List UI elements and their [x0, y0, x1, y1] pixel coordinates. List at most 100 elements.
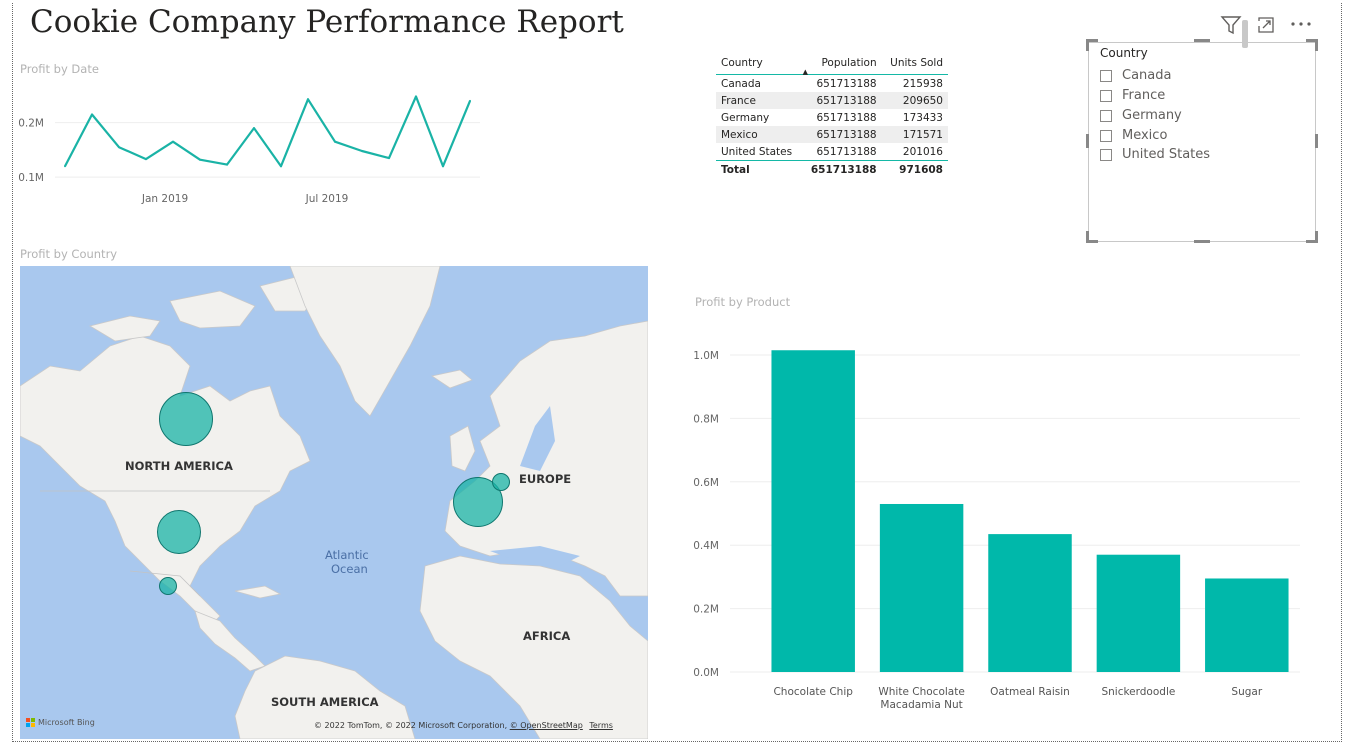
table-cell: 971608 [899, 163, 943, 176]
table-row: Canada 651713188 215938 [716, 75, 948, 93]
map-logo: Microsoft Bing [26, 718, 95, 727]
map-label-ocean: Ocean [331, 562, 368, 576]
x-category-label: Macadamia Nut [880, 699, 962, 711]
map-attribution: © 2022 TomTom, © 2022 Microsoft Corporat… [314, 721, 613, 730]
profit-by-date-chart[interactable]: 0.1M 0.2M Jan 2019 Jul 2019 [10, 80, 490, 230]
slicer-item-germany[interactable]: Germany [1100, 108, 1182, 123]
map-bubble-germany[interactable] [492, 473, 510, 491]
table-row: France 651713188 209650 [716, 92, 948, 109]
table-cell: United States [716, 143, 802, 161]
microsoft-logo-icon [26, 718, 35, 727]
line-point [145, 158, 147, 161]
table-cell: Germany [721, 111, 770, 124]
profit-by-date-title: Profit by Date [20, 62, 99, 76]
x-category-label: Chocolate Chip [773, 686, 853, 698]
checkbox[interactable] [1100, 89, 1112, 102]
openstreetmap-link[interactable]: © OpenStreetMap [510, 721, 583, 730]
y-tick-label: 1.0M [693, 350, 719, 362]
line-point [91, 113, 93, 116]
table-header-population[interactable]: ▲ Population [801, 54, 882, 76]
product-bar [879, 503, 964, 672]
table-cell: Total [721, 163, 750, 176]
map-label-north-america: NORTH AMERICA [125, 459, 233, 473]
table-cell: 173433 [902, 111, 943, 124]
line-point [388, 157, 390, 160]
table-cell: 651713188 [816, 111, 877, 124]
product-bar [771, 350, 855, 672]
map-bubble-united-states[interactable] [157, 510, 201, 554]
x-category-label: Oatmeal Raisin [990, 686, 1070, 698]
slicer-header: Country [1100, 46, 1148, 60]
y-tick-label: 0.8M [693, 413, 719, 425]
map-label-atlantic: Atlantic [325, 548, 369, 562]
line-point [172, 140, 174, 143]
y-tick-label: 0.1M [18, 172, 44, 184]
slicer-item-mexico[interactable]: Mexico [1100, 128, 1167, 143]
profit-by-country-title: Profit by Country [20, 247, 118, 261]
slicer-scrollbar[interactable] [1242, 20, 1248, 48]
resize-handle[interactable] [1315, 134, 1318, 148]
resize-handle[interactable] [1315, 39, 1318, 51]
x-tick-label: Jul 2019 [305, 193, 349, 205]
table-row: United States 651713188 201016 [716, 143, 948, 161]
more-options-icon[interactable] [1290, 14, 1312, 38]
terms-link[interactable]: Terms [589, 721, 613, 730]
map-label-europe: EUROPE [519, 472, 572, 486]
profit-by-product-chart[interactable]: 0.0M 0.2M 0.4M 0.6M 0.8M 1.0M Chocolate Chip Wh… [680, 330, 1320, 725]
line-point [361, 149, 363, 152]
table-cell: 651713188 [816, 77, 877, 90]
country-table: Country ▲ Population Units Sold Canada 65… [716, 54, 948, 178]
map-label-south-america: SOUTH AMERICA [271, 695, 379, 709]
map-bubble-mexico[interactable] [159, 577, 177, 595]
checkbox[interactable] [1100, 129, 1112, 142]
y-tick-label: 0.6M [693, 477, 719, 489]
profit-line-series [64, 95, 472, 168]
line-point [64, 165, 66, 168]
resize-handle[interactable] [1086, 39, 1089, 51]
table-cell: 651713188 [801, 143, 882, 161]
slicer-item-united-states[interactable]: United States [1100, 147, 1210, 162]
table-header-units-sold[interactable]: Units Sold [881, 54, 948, 75]
resize-handle[interactable] [1086, 134, 1089, 148]
line-point [307, 98, 309, 101]
table-cell: 209650 [881, 92, 948, 109]
table-cell: France [716, 92, 802, 109]
slicer-item-france[interactable]: France [1100, 88, 1165, 103]
map-bubble-canada[interactable] [159, 392, 213, 446]
checkbox[interactable] [1100, 69, 1112, 82]
y-tick-label: 0.2M [693, 604, 719, 616]
product-bar [988, 534, 1072, 672]
table-row: Germany 651713188 173433 [716, 109, 948, 126]
product-bar [1096, 554, 1181, 672]
resize-handle[interactable] [1086, 231, 1089, 243]
map-canvas [20, 266, 648, 739]
focus-mode-icon[interactable] [1256, 15, 1276, 39]
sort-ascending-icon: ▲ [802, 68, 809, 76]
table-cell: 171571 [881, 126, 948, 143]
profit-by-country-map[interactable]: NORTH AMERICA EUROPE Atlantic Ocean AFRI… [20, 266, 648, 739]
resize-handle[interactable] [1194, 39, 1210, 42]
resize-handle[interactable] [1315, 231, 1318, 243]
checkbox[interactable] [1100, 148, 1112, 161]
country-slicer: Country Canada France Germany Mexico Uni… [1088, 42, 1316, 242]
line-point [118, 146, 120, 149]
table-total-row: Total 651713188 971608 [716, 161, 948, 179]
x-category-label: White Chocolate [878, 686, 964, 698]
table-cell: 651713188 [801, 126, 882, 143]
report-title: Cookie Company Performance Report [30, 4, 624, 40]
product-bar [1205, 578, 1289, 672]
line-point [226, 163, 228, 166]
line-point [469, 99, 471, 102]
resize-handle[interactable] [1194, 240, 1210, 243]
x-category-label: Sugar [1231, 686, 1262, 698]
x-tick-label: Jan 2019 [141, 193, 188, 205]
line-point [442, 165, 444, 168]
checkbox[interactable] [1100, 109, 1112, 122]
x-category-label: Snickerdoodle [1101, 686, 1175, 698]
y-tick-label: 0.0M [693, 667, 719, 679]
filter-icon[interactable] [1220, 14, 1242, 40]
table-header-country[interactable]: Country [716, 54, 802, 75]
slicer-item-canada[interactable]: Canada [1100, 68, 1171, 83]
line-point [253, 127, 255, 130]
line-point [199, 158, 201, 161]
